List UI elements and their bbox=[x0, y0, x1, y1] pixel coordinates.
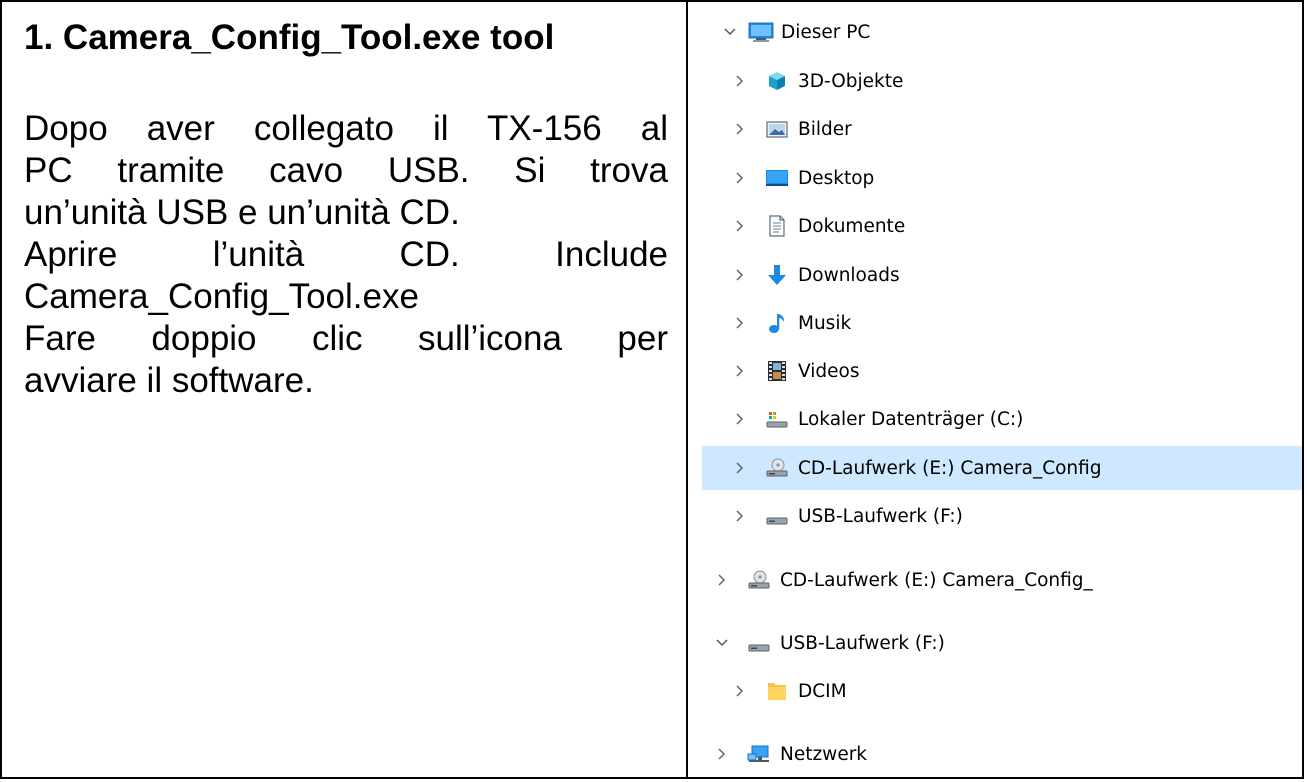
tree-item-usb-drive-f-root[interactable]: USB-Laufwerk (F:) bbox=[688, 621, 1302, 665]
usb-drive-icon bbox=[765, 504, 789, 528]
cd-drive-icon bbox=[747, 568, 771, 592]
chevron-right-icon[interactable] bbox=[728, 263, 752, 287]
tree-item-label: Lokaler Datenträger (C:) bbox=[798, 408, 1024, 430]
local-disk-icon bbox=[765, 407, 789, 431]
3d-objects-icon bbox=[765, 69, 789, 93]
tree-item-label: 3D-Objekte bbox=[798, 70, 904, 92]
instruction-title: 1. Camera_Config_Tool.exe tool bbox=[24, 18, 555, 57]
tree-item-label: DCIM bbox=[798, 680, 847, 702]
tree-item-dcim[interactable]: DCIM bbox=[688, 669, 1302, 713]
instruction-panel: 1. Camera_Config_Tool.exe tool Dopo aver… bbox=[2, 2, 688, 777]
explorer-navigation-pane: Dieser PC 3D-Objekte Bilder Desktop Doku… bbox=[688, 2, 1302, 777]
chevron-right-icon[interactable] bbox=[728, 407, 752, 431]
tree-item-usb-drive-f[interactable]: USB-Laufwerk (F:) bbox=[688, 494, 1302, 538]
pc-icon bbox=[748, 20, 774, 44]
paragraph-line: Fare doppio clic sull’icona per bbox=[24, 319, 668, 358]
desktop-icon bbox=[765, 166, 789, 190]
tree-item-pictures[interactable]: Bilder bbox=[688, 107, 1302, 151]
chevron-right-icon[interactable] bbox=[710, 568, 734, 592]
tree-item-local-disk-c[interactable]: Lokaler Datenträger (C:) bbox=[688, 397, 1302, 441]
paragraph-line: Aprire l’unità CD. Include bbox=[24, 235, 668, 274]
music-icon bbox=[765, 311, 789, 335]
tree-item-cd-drive-e-root[interactable]: CD-Laufwerk (E:) Camera_Config_ bbox=[688, 558, 1302, 602]
tree-item-label: Videos bbox=[798, 360, 860, 382]
tree-item-this-pc[interactable]: Dieser PC bbox=[688, 10, 1302, 54]
cd-drive-icon bbox=[765, 456, 789, 480]
tree-item-label: Dokumente bbox=[798, 215, 906, 237]
tree-item-downloads[interactable]: Downloads bbox=[688, 253, 1302, 297]
tree-item-label: Netzwerk bbox=[780, 743, 868, 765]
usb-drive-icon bbox=[747, 631, 771, 655]
documents-icon bbox=[765, 214, 789, 238]
tree-item-label: CD-Laufwerk (E:) Camera_Config bbox=[798, 457, 1102, 479]
tree-item-cd-drive-e[interactable]: CD-Laufwerk (E:) Camera_Config bbox=[702, 446, 1302, 490]
instruction-paragraph: Dopo aver collegato il TX-156 al PC tram… bbox=[24, 108, 668, 402]
tree-item-label: Dieser PC bbox=[781, 21, 871, 43]
chevron-right-icon[interactable] bbox=[728, 214, 752, 238]
tree-item-network[interactable]: Netzwerk bbox=[688, 732, 1302, 776]
tree-item-label: USB-Laufwerk (F:) bbox=[780, 632, 945, 654]
chevron-right-icon[interactable] bbox=[728, 311, 752, 335]
paragraph-line: PC tramite cavo USB. Si trova bbox=[24, 151, 668, 190]
tree-item-label: Downloads bbox=[798, 264, 900, 286]
tree-item-desktop[interactable]: Desktop bbox=[688, 156, 1302, 200]
chevron-right-icon[interactable] bbox=[728, 359, 752, 383]
chevron-right-icon[interactable] bbox=[728, 166, 752, 190]
network-icon bbox=[747, 742, 771, 766]
pictures-icon bbox=[765, 117, 789, 141]
chevron-right-icon[interactable] bbox=[728, 69, 752, 93]
tree-item-videos[interactable]: Videos bbox=[688, 349, 1302, 393]
chevron-right-icon[interactable] bbox=[710, 742, 734, 766]
tree-item-label: CD-Laufwerk (E:) Camera_Config_ bbox=[780, 569, 1093, 591]
document-frame: 1. Camera_Config_Tool.exe tool Dopo aver… bbox=[0, 0, 1304, 779]
folder-icon bbox=[765, 679, 789, 703]
tree-item-music[interactable]: Musik bbox=[688, 301, 1302, 345]
chevron-right-icon[interactable] bbox=[728, 504, 752, 528]
chevron-down-icon[interactable] bbox=[718, 20, 742, 44]
paragraph-line: Camera_Config_Tool.exe bbox=[24, 277, 419, 316]
chevron-right-icon[interactable] bbox=[728, 456, 752, 480]
downloads-icon bbox=[765, 263, 789, 287]
tree-item-documents[interactable]: Dokumente bbox=[688, 204, 1302, 248]
paragraph-line: un’unità USB e un’unità CD. bbox=[24, 193, 460, 232]
videos-icon bbox=[765, 359, 789, 383]
chevron-right-icon[interactable] bbox=[728, 117, 752, 141]
tree-item-label: Bilder bbox=[798, 118, 852, 140]
tree-item-label: USB-Laufwerk (F:) bbox=[798, 505, 963, 527]
chevron-right-icon[interactable] bbox=[728, 679, 752, 703]
paragraph-line: avviare il software. bbox=[24, 361, 314, 400]
tree-item-3d-objects[interactable]: 3D-Objekte bbox=[688, 59, 1302, 103]
chevron-down-icon[interactable] bbox=[710, 631, 734, 655]
tree-item-label: Musik bbox=[798, 312, 852, 334]
paragraph-line: Dopo aver collegato il TX-156 al bbox=[24, 109, 668, 148]
tree-item-label: Desktop bbox=[798, 167, 875, 189]
